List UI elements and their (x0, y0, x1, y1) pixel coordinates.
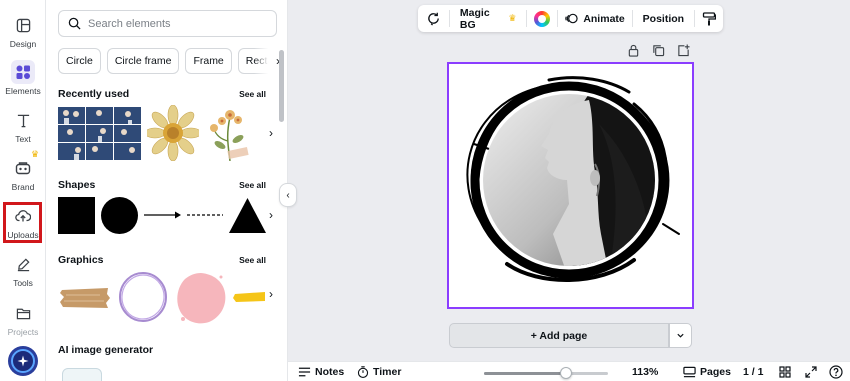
elements-icon (11, 60, 35, 84)
search-box[interactable] (58, 10, 277, 37)
chevron-left-icon: ‹ (286, 189, 290, 201)
graphic-yellow-stroke[interactable] (233, 290, 265, 304)
elements-panel: Circle Circle frame Frame Rectangle › Re… (46, 0, 288, 381)
crown-icon: ♛ (508, 13, 517, 23)
context-toolbar: Magic BG ♛ Animate Position (418, 5, 723, 32)
design-page[interactable] (447, 62, 694, 309)
magic-bg-button[interactable]: Magic BG ♛ (450, 5, 527, 32)
zoom-slider-fill (484, 372, 566, 375)
help-icon[interactable] (829, 365, 843, 379)
graphic-pink-splash[interactable] (175, 271, 227, 325)
search-input[interactable] (88, 17, 268, 30)
page-count: 1 / 1 (743, 366, 764, 378)
design-icon (11, 13, 35, 37)
rail-item-elements[interactable]: Elements (0, 60, 46, 96)
animate-label: Animate (583, 12, 625, 25)
magic-assistant-button[interactable] (8, 346, 38, 376)
recent-thumb-pressed-flowers[interactable] (206, 105, 254, 162)
sparkle-icon (11, 349, 35, 373)
bottom-bar: Notes Timer 113% Pages 1 / 1 (288, 361, 850, 381)
section-shapes: Shapes See all (58, 179, 266, 191)
add-page-icon[interactable] (677, 44, 690, 57)
refresh-icon (428, 12, 439, 26)
position-label: Position (642, 12, 685, 25)
section-recently-used: Recently used See all (58, 88, 266, 100)
rail-item-text[interactable]: Text (0, 108, 46, 144)
graphic-circle-scribble[interactable] (117, 270, 169, 324)
shape-triangle[interactable] (229, 197, 266, 234)
zoom-level[interactable]: 113% (632, 366, 658, 378)
chip-frame[interactable]: Frame (185, 48, 232, 74)
upload-cloud-icon (11, 204, 35, 228)
fullscreen-icon[interactable] (805, 366, 817, 378)
grid-view-icon[interactable] (779, 366, 791, 378)
section-title: AI image generator (58, 344, 154, 356)
shape-arrow-line[interactable] (144, 208, 182, 222)
collapse-panel-button[interactable]: ‹ (279, 183, 297, 207)
rail-item-projects[interactable]: Projects (0, 301, 46, 337)
search-icon (68, 17, 81, 30)
lock-icon[interactable] (627, 44, 640, 57)
rail-item-design[interactable]: Design (0, 13, 46, 49)
portrait-circle-frame[interactable] (449, 64, 692, 307)
color-picker-button[interactable] (527, 5, 557, 32)
paint-roller-icon (702, 11, 717, 25)
recent-thumb-photos[interactable] (58, 107, 141, 160)
see-all-link[interactable]: See all (239, 180, 266, 190)
rotate-refresh-button[interactable] (418, 5, 449, 32)
graphic-brush-stroke-tan[interactable] (60, 286, 110, 310)
position-button[interactable]: Position (633, 5, 694, 32)
add-page-button[interactable]: + Add page (449, 323, 669, 348)
color-wheel-icon (534, 10, 551, 27)
tools-icon (11, 252, 35, 276)
animate-icon (565, 13, 578, 24)
brand-icon (11, 156, 35, 180)
filter-chips: Circle Circle frame Frame Rectangle › (58, 48, 280, 74)
section-ai-image-generator: AI image generator (58, 344, 266, 356)
folder-icon (11, 301, 35, 325)
left-rail: Design Elements Text ♛ Brand Uploads Too… (0, 0, 46, 381)
chevron-right-icon[interactable]: › (269, 208, 273, 222)
shape-square[interactable] (58, 197, 95, 234)
zoom-slider[interactable] (484, 367, 608, 379)
chevron-right-icon[interactable]: › (269, 126, 273, 140)
page-actions (627, 44, 690, 57)
panel-scrollbar[interactable] (279, 50, 284, 122)
shape-circle[interactable] (101, 197, 138, 234)
text-icon (11, 108, 35, 132)
chip-circle[interactable]: Circle (58, 48, 101, 74)
pages-label: Pages (700, 366, 731, 378)
add-page-dropdown[interactable] (669, 323, 692, 348)
notes-button[interactable]: Notes (298, 366, 344, 378)
timer-label: Timer (373, 366, 402, 378)
see-all-link[interactable]: See all (239, 255, 266, 265)
recent-thumb-sunflower[interactable] (144, 104, 202, 162)
pages-icon (683, 366, 696, 378)
section-title: Shapes (58, 179, 96, 191)
section-title: Graphics (58, 254, 104, 266)
duplicate-icon[interactable] (652, 44, 665, 57)
chevron-down-icon (677, 333, 684, 338)
rail-item-uploads[interactable]: Uploads (0, 204, 46, 240)
notes-icon (298, 367, 311, 377)
timer-button[interactable]: Timer (357, 366, 401, 378)
chevron-right-icon[interactable]: › (269, 287, 273, 301)
zoom-slider-knob[interactable] (559, 367, 572, 379)
chips-scroll-right[interactable]: › (254, 48, 280, 74)
notes-label: Notes (315, 366, 345, 378)
section-title: Recently used (58, 88, 130, 100)
animate-button[interactable]: Animate (558, 5, 631, 32)
chip-circle-frame[interactable]: Circle frame (106, 48, 180, 74)
paint-format-button[interactable] (695, 5, 723, 32)
section-graphics: Graphics See all (58, 254, 266, 266)
rail-item-tools[interactable]: Tools (0, 252, 46, 288)
magic-bg-label: Magic BG (459, 6, 490, 31)
see-all-link[interactable]: See all (239, 89, 266, 99)
ai-thumb[interactable] (62, 368, 102, 381)
rail-item-brand[interactable]: Brand (0, 156, 46, 192)
shape-dashed-line[interactable] (187, 208, 223, 222)
timer-icon (357, 366, 369, 378)
pages-button[interactable]: Pages (683, 366, 731, 378)
